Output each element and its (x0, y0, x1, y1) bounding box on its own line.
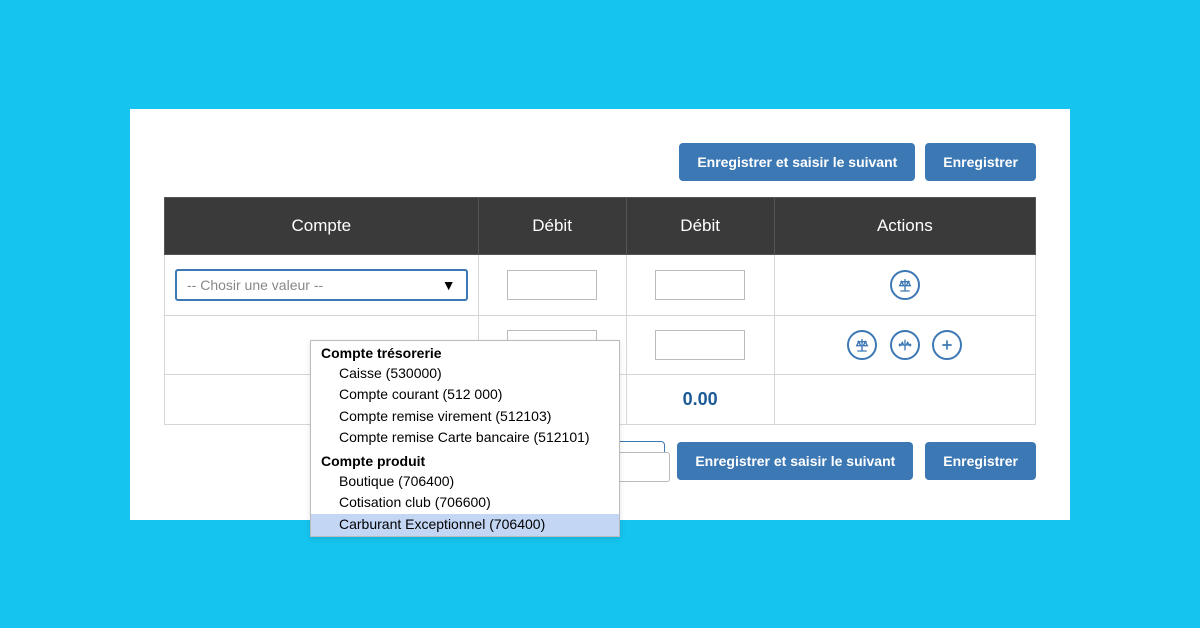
save-and-next-button-bottom[interactable]: Enregistrer et saisir le suivant (677, 442, 913, 480)
dropdown-option[interactable]: Compte courant (512 000) (311, 384, 619, 406)
dropdown-group-label: Compte trésorerie (311, 341, 619, 363)
debit-input-1[interactable] (507, 270, 597, 300)
add-row-button[interactable] (932, 330, 962, 360)
header-actions: Actions (774, 197, 1035, 254)
header-debit-1: Débit (478, 197, 626, 254)
plus-icon (939, 337, 955, 353)
dropdown-option[interactable]: Boutique (706400) (311, 471, 619, 493)
balance-button[interactable] (890, 270, 920, 300)
chevron-down-icon: ▼ (442, 277, 456, 293)
top-action-bar: Enregistrer et saisir le suivant Enregis… (164, 143, 1036, 181)
balance-button[interactable] (847, 330, 877, 360)
save-button[interactable]: Enregistrer (925, 143, 1036, 181)
transfer-button[interactable] (890, 330, 920, 360)
header-debit-2: Débit (626, 197, 774, 254)
dropdown-option[interactable]: Cotisation club (706600) (311, 492, 619, 514)
dropdown-option[interactable]: Compte remise Carte bancaire (512101) (311, 427, 619, 449)
dropdown-option[interactable]: Compte remise virement (512103) (311, 406, 619, 428)
accounting-panel: Enregistrer et saisir le suivant Enregis… (130, 109, 1070, 520)
table-row: -- Chosir une valeur -- ▼ (165, 254, 1036, 315)
header-compte: Compte (165, 197, 479, 254)
save-and-next-button[interactable]: Enregistrer et saisir le suivant (679, 143, 915, 181)
dropdown-option-highlighted[interactable]: Carburant Exceptionnel (706400) (311, 514, 619, 536)
save-button-bottom[interactable]: Enregistrer (925, 442, 1036, 480)
total-debit-2: 0.00 (683, 389, 718, 409)
table-header-row: Compte Débit Débit Actions (165, 197, 1036, 254)
account-dropdown: Compte trésorerie Caisse (530000) Compte… (310, 340, 620, 537)
select-placeholder: -- Chosir une valeur -- (187, 277, 323, 293)
account-select[interactable]: -- Chosir une valeur -- ▼ (175, 269, 468, 301)
dropdown-option[interactable]: Caisse (530000) (311, 363, 619, 385)
debit-input-2[interactable] (655, 270, 745, 300)
transfer-icon (897, 337, 913, 353)
debit-input-2[interactable] (655, 330, 745, 360)
scale-icon (897, 277, 913, 293)
scale-icon (854, 337, 870, 353)
dropdown-group-label: Compte produit (311, 449, 619, 471)
